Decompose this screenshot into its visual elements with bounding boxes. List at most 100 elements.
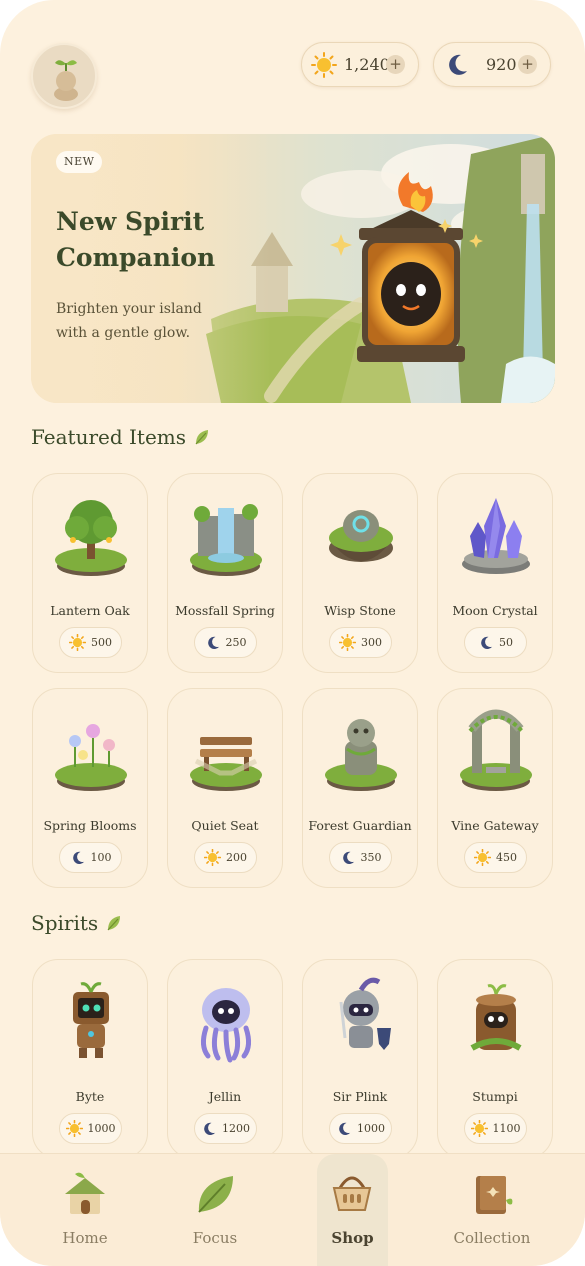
price-button[interactable]: 350 (329, 842, 392, 873)
item-name: Wisp Stone (324, 603, 396, 618)
moon-icon (72, 851, 84, 864)
item-card[interactable]: Vine Gateway 450 (437, 688, 553, 888)
price-value: 450 (496, 851, 517, 864)
new-spirit-banner[interactable]: NEW New Spirit Companion Brighten your i… (31, 134, 555, 403)
moon-icon (342, 851, 354, 864)
lantern-oak-art (55, 500, 127, 576)
sun-icon (470, 1120, 488, 1137)
sun-icon (204, 849, 221, 866)
sir-plink-art (339, 977, 391, 1050)
sun-balance: 1,240 (344, 55, 390, 74)
sun-balance-pill[interactable]: 1,240 + (301, 42, 419, 87)
moon-icon (481, 636, 493, 649)
stumpi-art (470, 984, 522, 1051)
price-value: 100 (90, 851, 112, 864)
price-button[interactable]: 450 (464, 842, 527, 873)
item-name: Stumpi (472, 1089, 518, 1104)
profile-avatar[interactable] (31, 43, 97, 109)
nav-focus[interactable]: Focus (175, 1154, 255, 1266)
price-value: 50 (499, 636, 513, 649)
featured-section-title: Featured Items (31, 425, 187, 449)
new-badge: NEW (56, 151, 103, 173)
byte-art (73, 982, 109, 1058)
basket-icon (332, 1176, 372, 1211)
price-value: 1000 (87, 1122, 116, 1135)
nav-shop-label: Shop (331, 1229, 374, 1247)
moon-crystal-art (462, 498, 530, 574)
moon-icon (207, 636, 219, 649)
sun-icon (339, 634, 356, 651)
spirits-section-title: Spirits (31, 911, 99, 935)
bottom-navigation: Home Focus Shop Collection (0, 1153, 585, 1266)
price-value: 250 (225, 636, 247, 649)
item-card[interactable]: Lantern Oak 500 (32, 473, 148, 673)
price-button[interactable]: 50 (464, 627, 527, 658)
price-button[interactable]: 300 (329, 627, 392, 658)
price-button[interactable]: 1100 (464, 1113, 527, 1144)
price-value: 300 (361, 636, 382, 649)
item-card[interactable]: Spring Blooms 100 (32, 688, 148, 888)
nav-shop[interactable]: Shop (317, 1154, 388, 1266)
quiet-seat-art (190, 737, 262, 791)
price-value: 1200 (222, 1122, 250, 1135)
item-card[interactable]: Forest Guardian 350 (302, 688, 418, 888)
price-button[interactable]: 200 (194, 842, 257, 873)
sun-icon (474, 849, 491, 866)
moon-icon (339, 1122, 351, 1135)
mossfall-spring-art (190, 504, 262, 576)
item-name: Jellin (208, 1089, 242, 1104)
item-card[interactable]: Mossfall Spring 250 (167, 473, 283, 673)
price-button[interactable]: 1200 (194, 1113, 257, 1144)
forest-guardian-art (325, 719, 397, 791)
price-button[interactable]: 500 (59, 627, 122, 658)
spirits-section-header: Spirits (31, 911, 122, 935)
price-button[interactable]: 100 (59, 842, 122, 873)
item-name: Lantern Oak (50, 603, 130, 618)
book-icon (476, 1176, 513, 1214)
price-value: 1100 (492, 1122, 521, 1135)
item-name: Vine Gateway (451, 818, 539, 833)
banner-title: New Spirit Companion (56, 207, 216, 272)
spirit-card[interactable]: Stumpi 1100 (437, 959, 553, 1159)
moon-icon (449, 54, 467, 75)
moon-balance: 920 (486, 55, 517, 74)
item-name: Byte (75, 1089, 105, 1104)
home-icon (65, 1172, 105, 1214)
item-card[interactable]: Quiet Seat 200 (167, 688, 283, 888)
spirit-card[interactable]: Byte 1000 (32, 959, 148, 1159)
moon-icon (204, 1122, 216, 1135)
nav-focus-label: Focus (192, 1229, 238, 1247)
spirit-card[interactable]: Sir Plink 1000 (302, 959, 418, 1159)
price-button[interactable]: 1000 (329, 1113, 392, 1144)
item-name: Sir Plink (332, 1089, 388, 1104)
price-button[interactable]: 1000 (59, 1113, 122, 1144)
add-moon-button[interactable]: + (518, 55, 537, 74)
add-sun-button[interactable]: + (386, 55, 405, 74)
leaf-icon (198, 1176, 233, 1213)
price-value: 350 (360, 851, 382, 864)
moon-balance-pill[interactable]: 920 + (433, 42, 551, 87)
item-name: Moon Crystal (452, 603, 538, 618)
sprout-spirit-avatar-icon (54, 60, 78, 101)
nav-home-label: Home (62, 1229, 108, 1247)
leaf-icon (195, 430, 209, 445)
nav-home[interactable]: Home (45, 1154, 125, 1266)
featured-section-header: Featured Items (31, 425, 210, 449)
spirit-card[interactable]: Jellin 1200 (167, 959, 283, 1159)
spring-blooms-art (55, 724, 127, 791)
item-card[interactable]: Moon Crystal 50 (437, 473, 553, 673)
sun-icon (311, 51, 337, 78)
item-name: Quiet Seat (191, 818, 259, 833)
price-value: 200 (226, 851, 247, 864)
item-card[interactable]: Wisp Stone 300 (302, 473, 418, 673)
wisp-stone-art (329, 510, 393, 562)
nav-collection[interactable]: Collection (447, 1154, 537, 1266)
price-button[interactable]: 250 (194, 627, 257, 658)
sun-icon (69, 634, 86, 651)
jellin-art (200, 988, 252, 1063)
item-name: Forest Guardian (308, 818, 412, 833)
leaf-icon (107, 916, 121, 931)
sun-icon (65, 1120, 83, 1137)
vine-gateway-art (460, 709, 532, 791)
price-value: 500 (91, 636, 112, 649)
